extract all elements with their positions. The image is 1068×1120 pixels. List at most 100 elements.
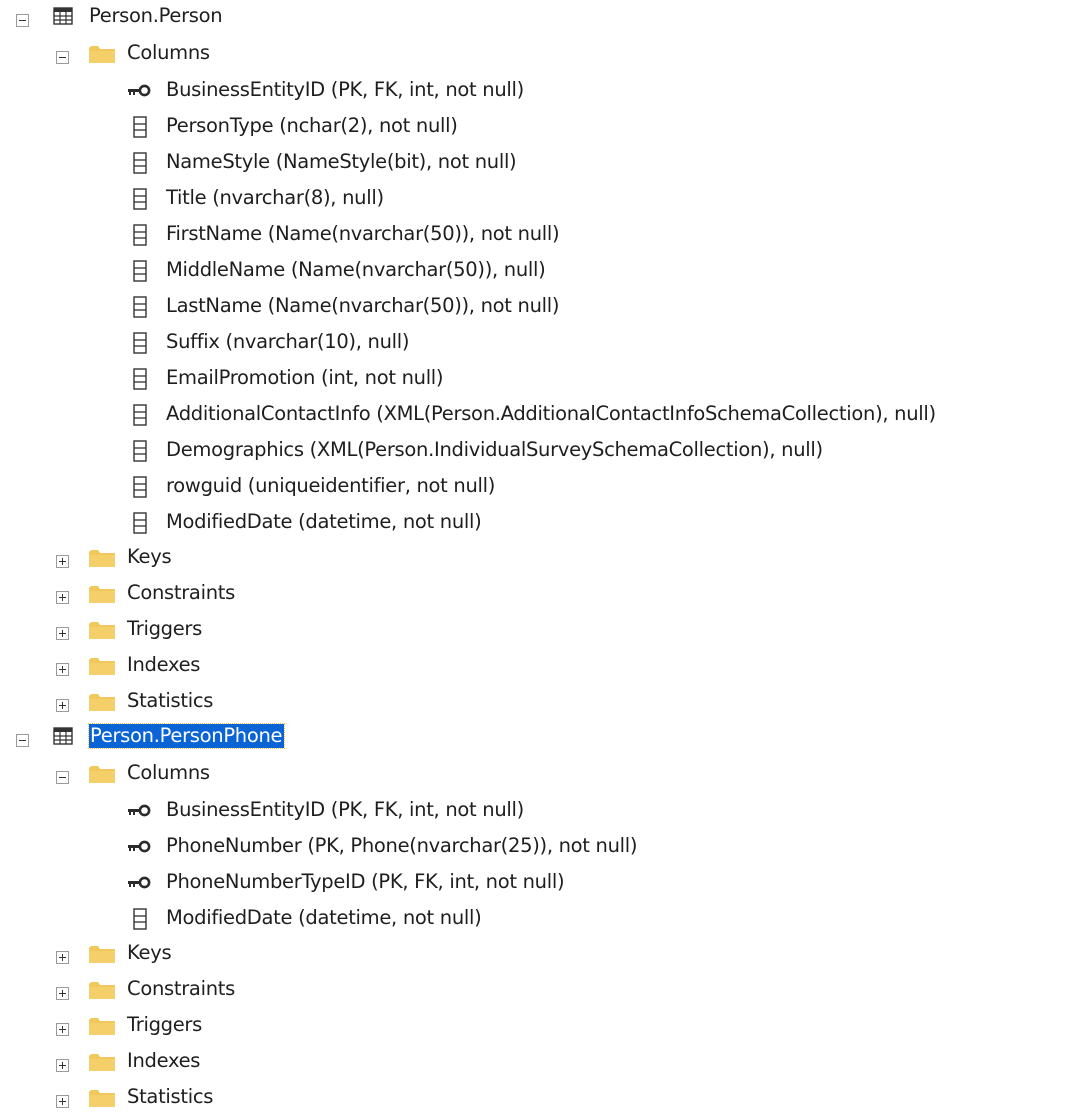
column-item[interactable]: ModifiedDate (datetime, not null) bbox=[0, 903, 1068, 939]
folder-node-keys-label: Keys bbox=[127, 545, 172, 568]
key-column-item-label: BusinessEntityID (PK, FK, int, not null) bbox=[166, 798, 524, 821]
column-item-label: ModifiedDate (datetime, not null) bbox=[166, 906, 482, 929]
folder-icon bbox=[89, 694, 115, 711]
folder-node-triggers-label: Triggers bbox=[127, 1013, 203, 1036]
key-column-item[interactable]: BusinessEntityID (PK, FK, int, not null) bbox=[0, 75, 1068, 111]
folder-node-constraints-label: Constraints bbox=[127, 977, 235, 1000]
column-item[interactable]: Demographics (XML(Person.IndividualSurve… bbox=[0, 435, 1068, 471]
minus-box-icon[interactable] bbox=[56, 771, 69, 784]
column-item[interactable]: rowguid (uniqueidentifier, not null) bbox=[0, 471, 1068, 507]
column-item[interactable]: Suffix (nvarchar(10), null) bbox=[0, 327, 1068, 363]
folder-icon bbox=[89, 946, 115, 963]
column-item[interactable]: MiddleName (Name(nvarchar(50)), null) bbox=[0, 255, 1068, 291]
key-column-item[interactable]: BusinessEntityID (PK, FK, int, not null) bbox=[0, 795, 1068, 831]
folder-node-indexes-label: Indexes bbox=[127, 1049, 201, 1072]
folder-node-keys[interactable]: Keys bbox=[0, 939, 1068, 975]
column-item-label: rowguid (uniqueidentifier, not null) bbox=[166, 474, 496, 497]
folder-icon bbox=[89, 586, 115, 603]
column-item[interactable]: EmailPromotion (int, not null) bbox=[0, 363, 1068, 399]
plus-box-icon[interactable] bbox=[56, 663, 69, 676]
table-node[interactable]: Person.Person bbox=[0, 3, 1068, 39]
minus-box-icon[interactable] bbox=[16, 14, 29, 27]
plus-box-icon[interactable] bbox=[56, 591, 69, 604]
primary-key-icon bbox=[128, 804, 151, 817]
folder-icon bbox=[89, 766, 115, 783]
table-node-label: Person.PersonPhone bbox=[87, 723, 286, 749]
table-node-label: Person.Person bbox=[89, 4, 223, 27]
folder-node-indexes[interactable]: Indexes bbox=[0, 651, 1068, 687]
minus-box-icon[interactable] bbox=[16, 734, 29, 747]
folder-node-triggers-label: Triggers bbox=[127, 617, 203, 640]
plus-box-icon[interactable] bbox=[56, 1095, 69, 1108]
column-icon bbox=[133, 404, 147, 426]
column-icon bbox=[133, 296, 147, 318]
plus-box-icon[interactable] bbox=[56, 951, 69, 964]
key-column-item[interactable]: PhoneNumber (PK, Phone(nvarchar(25)), no… bbox=[0, 831, 1068, 867]
column-icon bbox=[133, 440, 147, 462]
folder-node-constraints[interactable]: Constraints bbox=[0, 975, 1068, 1011]
column-item[interactable]: LastName (Name(nvarchar(50)), not null) bbox=[0, 291, 1068, 327]
folder-node-keys[interactable]: Keys bbox=[0, 543, 1068, 579]
table-grid-icon bbox=[53, 7, 73, 25]
column-item-label: LastName (Name(nvarchar(50)), not null) bbox=[166, 294, 560, 317]
column-icon bbox=[133, 332, 147, 354]
folder-node-triggers[interactable]: Triggers bbox=[0, 615, 1068, 651]
column-icon bbox=[133, 152, 147, 174]
folder-node-statistics-label: Statistics bbox=[127, 689, 214, 712]
column-item-label: MiddleName (Name(nvarchar(50)), null) bbox=[166, 258, 546, 281]
primary-key-icon bbox=[128, 840, 151, 853]
column-icon bbox=[133, 908, 147, 930]
folder-icon bbox=[89, 550, 115, 567]
column-item-label: AdditionalContactInfo (XML(Person.Additi… bbox=[166, 402, 936, 425]
minus-box-icon[interactable] bbox=[56, 51, 69, 64]
column-item[interactable]: FirstName (Name(nvarchar(50)), not null) bbox=[0, 219, 1068, 255]
column-icon bbox=[133, 476, 147, 498]
folder-node-columns-label: Columns bbox=[127, 761, 210, 784]
column-item-label: Title (nvarchar(8), null) bbox=[166, 186, 384, 209]
column-item-label: FirstName (Name(nvarchar(50)), not null) bbox=[166, 222, 560, 245]
folder-node-statistics[interactable]: Statistics bbox=[0, 1083, 1068, 1119]
folder-icon bbox=[89, 622, 115, 639]
folder-node-statistics-label: Statistics bbox=[127, 1085, 214, 1108]
folder-node-keys-label: Keys bbox=[127, 941, 172, 964]
plus-box-icon[interactable] bbox=[56, 987, 69, 1000]
plus-box-icon[interactable] bbox=[56, 1023, 69, 1036]
column-item[interactable]: Title (nvarchar(8), null) bbox=[0, 183, 1068, 219]
folder-node-statistics[interactable]: Statistics bbox=[0, 687, 1068, 723]
folder-node-columns[interactable]: Columns bbox=[0, 759, 1068, 795]
folder-node-constraints[interactable]: Constraints bbox=[0, 579, 1068, 615]
plus-box-icon[interactable] bbox=[56, 699, 69, 712]
column-icon bbox=[133, 260, 147, 282]
column-icon bbox=[133, 116, 147, 138]
folder-node-indexes-label: Indexes bbox=[127, 653, 201, 676]
column-item[interactable]: ModifiedDate (datetime, not null) bbox=[0, 507, 1068, 543]
column-item-label: Suffix (nvarchar(10), null) bbox=[166, 330, 410, 353]
folder-node-constraints-label: Constraints bbox=[127, 581, 235, 604]
column-item[interactable]: AdditionalContactInfo (XML(Person.Additi… bbox=[0, 399, 1068, 435]
key-column-item[interactable]: PhoneNumberTypeID (PK, FK, int, not null… bbox=[0, 867, 1068, 903]
column-item-label: ModifiedDate (datetime, not null) bbox=[166, 510, 482, 533]
key-column-item-label: PhoneNumberTypeID (PK, FK, int, not null… bbox=[166, 870, 565, 893]
primary-key-icon bbox=[128, 84, 151, 97]
plus-box-icon[interactable] bbox=[56, 555, 69, 568]
folder-icon bbox=[89, 982, 115, 999]
column-icon bbox=[133, 368, 147, 390]
folder-node-columns[interactable]: Columns bbox=[0, 39, 1068, 75]
column-item[interactable]: PersonType (nchar(2), not null) bbox=[0, 111, 1068, 147]
table-grid-icon bbox=[53, 727, 73, 745]
column-item-label: EmailPromotion (int, not null) bbox=[166, 366, 444, 389]
object-explorer-tree: Person.Person Columns BusinessEntityID (PK… bbox=[0, 0, 1068, 1120]
column-icon bbox=[133, 224, 147, 246]
folder-node-indexes[interactable]: Indexes bbox=[0, 1047, 1068, 1083]
folder-node-columns-label: Columns bbox=[127, 41, 210, 64]
folder-node-triggers[interactable]: Triggers bbox=[0, 1011, 1068, 1047]
column-item-label: Demographics (XML(Person.IndividualSurve… bbox=[166, 438, 823, 461]
key-column-item-label: PhoneNumber (PK, Phone(nvarchar(25)), no… bbox=[166, 834, 638, 857]
plus-box-icon[interactable] bbox=[56, 1059, 69, 1072]
plus-box-icon[interactable] bbox=[56, 627, 69, 640]
column-item[interactable]: NameStyle (NameStyle(bit), not null) bbox=[0, 147, 1068, 183]
folder-icon bbox=[89, 658, 115, 675]
table-node[interactable]: Person.PersonPhone bbox=[0, 723, 1068, 759]
primary-key-icon bbox=[128, 876, 151, 889]
column-icon bbox=[133, 188, 147, 210]
